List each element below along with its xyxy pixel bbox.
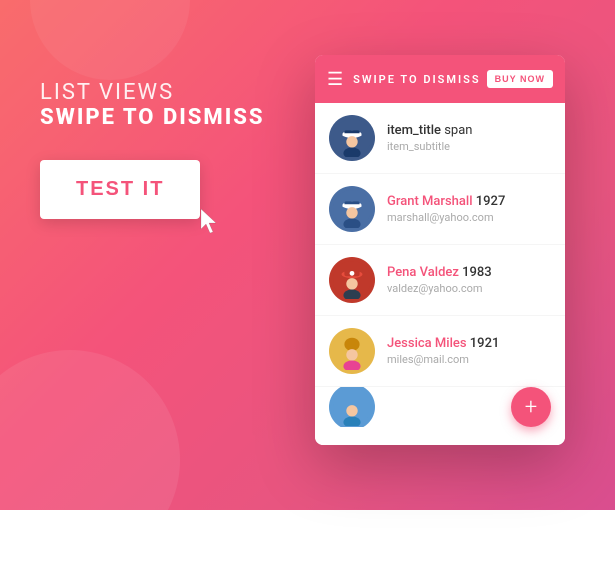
item-title: item_title span: [387, 123, 551, 138]
decorative-circle-top: [30, 0, 190, 80]
buy-now-button[interactable]: BUY NOW: [487, 70, 553, 88]
item-subtitle: marshall@yahoo.com: [387, 211, 551, 224]
swipe-to-dismiss-label: SWIPE TO DISMISS: [40, 105, 265, 130]
list-views-label: LIST VIEWS: [40, 80, 265, 105]
item-year: 1921: [467, 336, 500, 351]
item-subtitle: item_subtitle: [387, 140, 551, 153]
list-item[interactable]: Grant Marshall 1927 marshall@yahoo.com: [315, 174, 565, 245]
item-name: Pena Valdez: [387, 265, 459, 280]
item-text: item_title span item_subtitle: [387, 123, 551, 153]
hamburger-icon[interactable]: ☰: [327, 69, 343, 90]
background: LIST VIEWS SWIPE TO DISMISS TEST IT ☰ SW…: [0, 0, 615, 510]
item-text: Pena Valdez 1983 valdez@yahoo.com: [387, 265, 551, 295]
item-title: Grant Marshall 1927: [387, 194, 551, 209]
decorative-circle-bottom: [0, 350, 180, 570]
item-subtitle: valdez@yahoo.com: [387, 282, 551, 295]
item-year: 1983: [459, 265, 492, 280]
app-bar: ☰ SWIPE TO DISMISS BUY NOW: [315, 55, 565, 103]
item-title-span: span: [441, 123, 472, 138]
item-year: 1927: [473, 194, 506, 209]
item-text: Grant Marshall 1927 marshall@yahoo.com: [387, 194, 551, 224]
cursor-icon: [198, 207, 220, 235]
item-subtitle: miles@mail.com: [387, 353, 551, 366]
fab-button[interactable]: +: [511, 387, 551, 427]
item-name: Jessica Miles: [387, 336, 467, 351]
item-name: Grant Marshall: [387, 194, 473, 209]
list-item[interactable]: item_title span item_subtitle: [315, 103, 565, 174]
avatar: [329, 387, 375, 427]
avatar: [329, 257, 375, 303]
test-it-button[interactable]: TEST IT: [40, 160, 200, 219]
left-panel: LIST VIEWS SWIPE TO DISMISS TEST IT: [40, 80, 265, 219]
item-title-text: item_title: [387, 123, 441, 138]
item-title: Jessica Miles 1921: [387, 336, 551, 351]
avatar: [329, 115, 375, 161]
avatar: [329, 186, 375, 232]
list-item[interactable]: Pena Valdez 1983 valdez@yahoo.com: [315, 245, 565, 316]
list-item[interactable]: Jessica Miles 1921 miles@mail.com: [315, 316, 565, 387]
phone-mockup: ☰ SWIPE TO DISMISS BUY NOW: [315, 55, 565, 445]
avatar: [329, 328, 375, 374]
app-bar-title: SWIPE TO DISMISS: [353, 73, 487, 86]
item-text: Jessica Miles 1921 miles@mail.com: [387, 336, 551, 366]
item-title: Pena Valdez 1983: [387, 265, 551, 280]
